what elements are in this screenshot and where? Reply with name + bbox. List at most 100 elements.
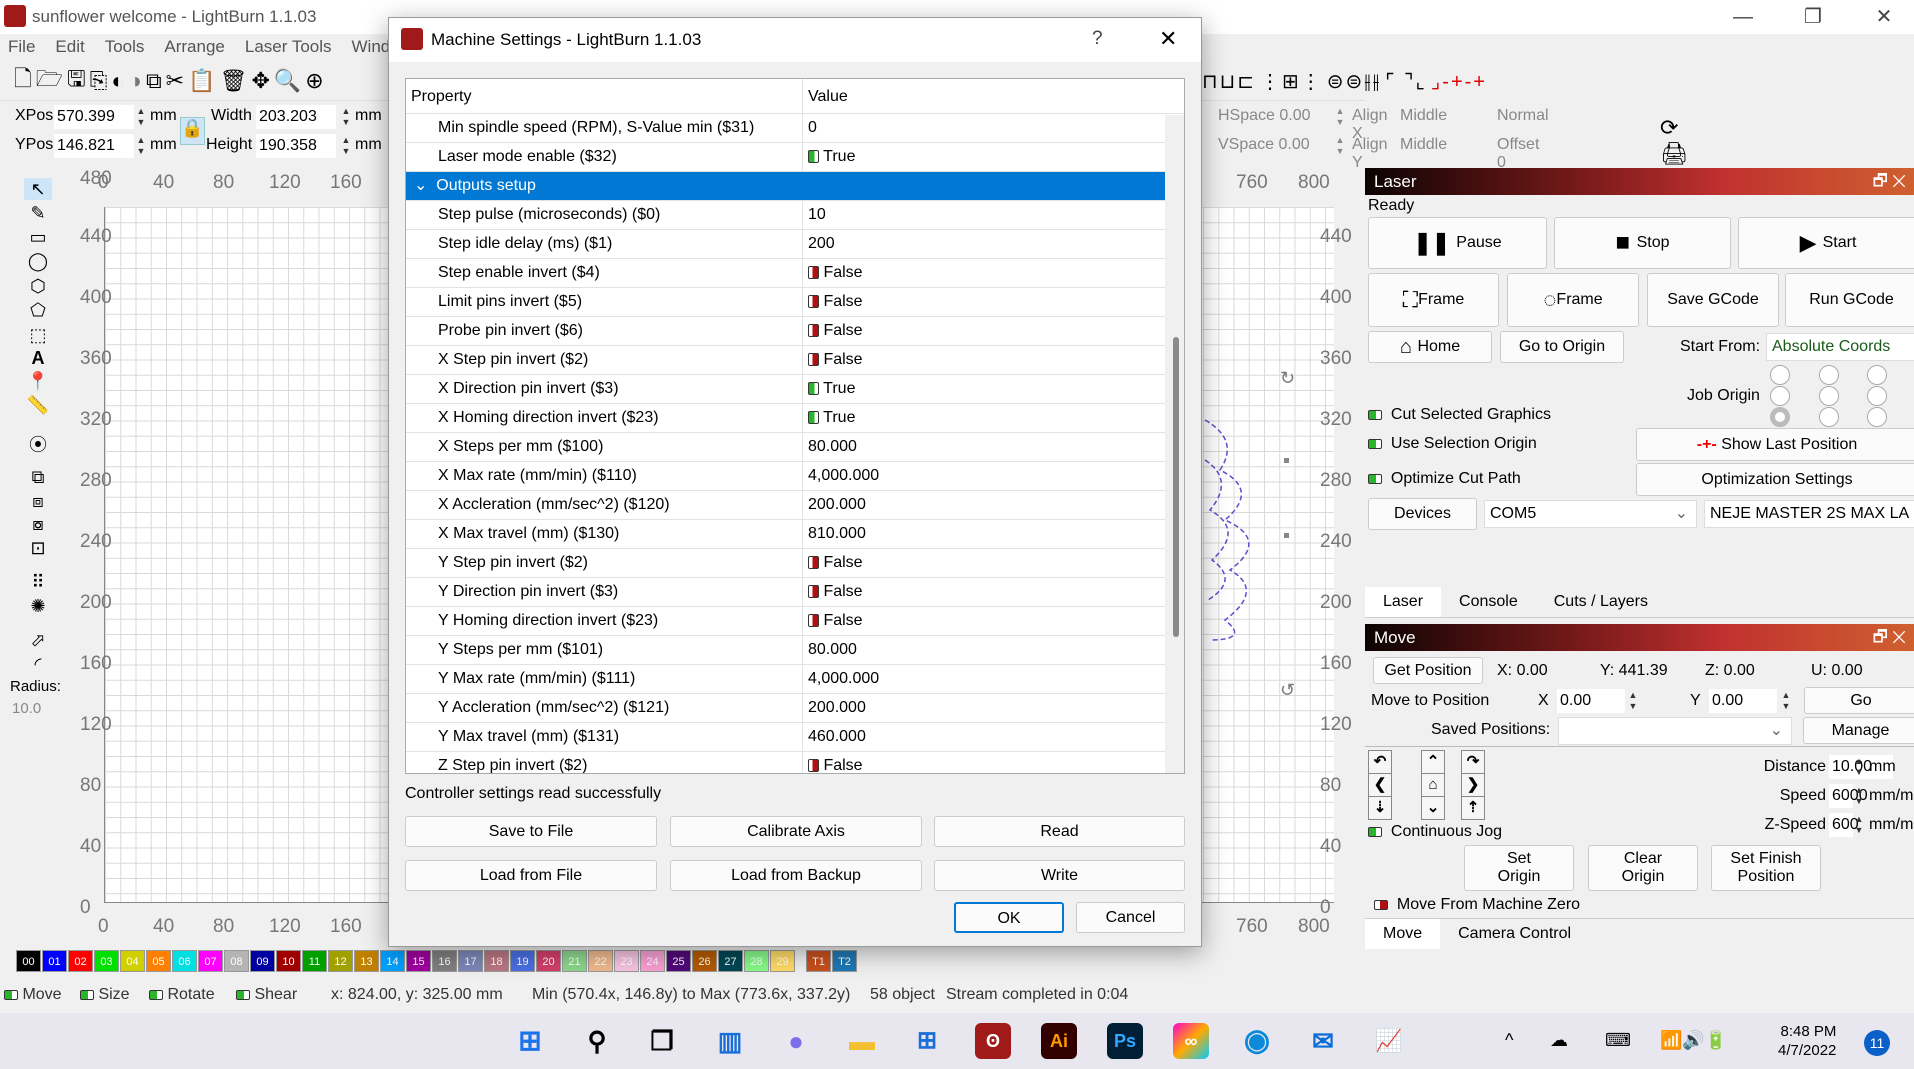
- save-icon[interactable]: 🖫: [67, 62, 86, 100]
- write-button[interactable]: Write: [934, 860, 1185, 891]
- cut-selected-toggle[interactable]: Cut Selected Graphics: [1368, 406, 1551, 424]
- table-row[interactable]: Y Steps per mm ($101) 80.000: [406, 636, 1184, 665]
- stop-button[interactable]: ■ Stop: [1554, 217, 1731, 269]
- palette-color-27[interactable]: 27: [718, 950, 743, 972]
- tab-laser[interactable]: Laser: [1365, 587, 1442, 617]
- use-selection-origin-toggle[interactable]: Use Selection Origin: [1368, 435, 1537, 453]
- column-header-property[interactable]: Property: [406, 79, 803, 113]
- table-row[interactable]: X Accleration (mm/sec^2) ($120) 200.000: [406, 491, 1184, 520]
- palette-color-09[interactable]: 09: [250, 950, 275, 972]
- menu-tools[interactable]: Tools: [105, 37, 145, 63]
- offset-tool-icon[interactable]: ⦿: [24, 434, 52, 456]
- align-x-select[interactable]: Middle: [1400, 107, 1447, 125]
- lightburn-taskbar-icon[interactable]: ʘ: [975, 1023, 1011, 1059]
- store-icon[interactable]: ⊞: [909, 1023, 945, 1059]
- table-row[interactable]: Laser mode enable ($32) True: [406, 143, 1184, 172]
- z-up-icon[interactable]: ⇡: [1461, 796, 1485, 820]
- table-row[interactable]: Y Accleration (mm/sec^2) ($121) 200.000: [406, 694, 1184, 723]
- value-cell[interactable]: 200.000: [803, 491, 866, 519]
- undo-icon[interactable]: ◐: [111, 68, 124, 94]
- toggle-on-icon[interactable]: [808, 150, 819, 164]
- close-panel-icon[interactable]: ✕: [1892, 629, 1906, 646]
- optimize-cut-path-toggle[interactable]: Optimize Cut Path: [1368, 470, 1521, 488]
- job-origin-center[interactable]: [1819, 386, 1839, 406]
- job-origin-top-right[interactable]: [1867, 365, 1887, 385]
- save-to-file-button[interactable]: Save to File: [405, 816, 657, 847]
- jog-right-icon[interactable]: ❯: [1461, 773, 1485, 797]
- value-cell[interactable]: True: [803, 404, 855, 432]
- get-position-button[interactable]: Get Position: [1373, 657, 1483, 684]
- weld-icon[interactable]: ⊡: [24, 537, 52, 559]
- toggle-off-icon[interactable]: [808, 295, 819, 309]
- delete-icon[interactable]: 🗑: [220, 68, 248, 94]
- zoom-fit-icon[interactable]: 🔍: [274, 68, 301, 94]
- value-cell[interactable]: True: [803, 143, 855, 171]
- table-row[interactable]: X Max rate (mm/min) ($110) 4,000.000: [406, 462, 1184, 491]
- keyboard-icon[interactable]: ⌨: [1605, 1030, 1631, 1051]
- float-panel-icon[interactable]: 🗗: [1873, 173, 1888, 190]
- palette-color-16[interactable]: 16: [432, 950, 457, 972]
- group-row-outputs-setup[interactable]: ⌄ Outputs setup: [406, 172, 1184, 201]
- value-cell[interactable]: False: [803, 607, 863, 635]
- distance-spin-icon[interactable]: ▲ ▼: [1853, 756, 1865, 778]
- shape-tool-icon[interactable]: ⬠: [24, 299, 52, 321]
- file-explorer-icon[interactable]: ▬: [844, 1023, 880, 1059]
- scrollbar-thumb[interactable]: [1173, 337, 1179, 637]
- toggle-off-icon[interactable]: [808, 324, 819, 338]
- run-gcode-button[interactable]: Run GCode: [1785, 273, 1914, 327]
- table-row[interactable]: Y Direction pin invert ($3) False: [406, 578, 1184, 607]
- new-file-icon[interactable]: 🗋: [14, 62, 32, 100]
- zoom-in-icon[interactable]: ⊕: [305, 68, 323, 94]
- rotate-handle-icon[interactable]: ↺: [1280, 680, 1295, 701]
- optimization-settings-button[interactable]: Optimization Settings: [1636, 463, 1914, 496]
- lock-aspect-icon[interactable]: 🔒: [180, 117, 205, 145]
- wifi-volume-battery-icon[interactable]: 📶🔊🔋: [1660, 1030, 1727, 1051]
- start-from-select[interactable]: Absolute Coords: [1766, 333, 1914, 361]
- palette-color-00[interactable]: 00: [16, 950, 41, 972]
- grid-array-icon[interactable]: ⠿: [24, 571, 52, 593]
- toggle-off-icon[interactable]: [808, 266, 819, 280]
- value-cell[interactable]: 80.000: [803, 433, 857, 461]
- crosshair-icon[interactable]: ⌟-+-+: [1431, 69, 1487, 94]
- palette-color-23[interactable]: 23: [614, 950, 639, 972]
- boolean-subtract-icon[interactable]: ⧈: [24, 490, 52, 512]
- value-cell[interactable]: 4,000.000: [803, 665, 879, 693]
- rectangle-tool-icon[interactable]: ▭: [24, 226, 52, 248]
- palette-color-18[interactable]: 18: [484, 950, 509, 972]
- table-row[interactable]: Y Homing direction invert ($23) False: [406, 607, 1184, 636]
- table-row[interactable]: Y Step pin invert ($2) False: [406, 549, 1184, 578]
- toggle-on-icon[interactable]: [808, 382, 819, 396]
- search-icon[interactable]: ⚲: [579, 1023, 615, 1059]
- position-laser-icon[interactable]: 📍: [24, 370, 52, 392]
- xpos-input[interactable]: 570.399: [54, 105, 134, 129]
- jog-down-icon[interactable]: ⌄: [1421, 796, 1445, 820]
- palette-color-25[interactable]: 25: [666, 950, 691, 972]
- align-top-icon[interactable]: ⊓⊔⊏: [1202, 69, 1256, 94]
- boolean-intersect-icon[interactable]: ⧇: [24, 513, 52, 535]
- select-tool-icon[interactable]: ↖: [24, 178, 52, 200]
- close-panel-icon[interactable]: ✕: [1892, 173, 1906, 190]
- zspeed-input[interactable]: 600: [1829, 813, 1859, 837]
- clock[interactable]: 8:48 PM 4/7/2022: [1778, 1022, 1836, 1060]
- table-row[interactable]: X Homing direction invert ($23) True: [406, 404, 1184, 433]
- ellipse-tool-icon[interactable]: ◯: [24, 250, 52, 272]
- continuous-jog-toggle[interactable]: Continuous Jog: [1368, 823, 1502, 841]
- set-finish-position-button[interactable]: Set Finish Position: [1711, 845, 1821, 891]
- palette-color-13[interactable]: 13: [354, 950, 379, 972]
- load-from-file-button[interactable]: Load from File: [405, 860, 657, 891]
- frame-button[interactable]: ⛶ Frame: [1368, 273, 1499, 327]
- measure-tool-icon[interactable]: 📏: [24, 394, 52, 416]
- menu-arrange[interactable]: Arrange: [164, 37, 224, 63]
- read-button[interactable]: Read: [934, 816, 1185, 847]
- shear-toggle[interactable]: Shear: [236, 986, 297, 1004]
- close-button[interactable]: ✕: [1854, 2, 1914, 32]
- palette-color-08[interactable]: 08: [224, 950, 249, 972]
- table-row[interactable]: Y Max rate (mm/min) ($111) 4,000.000: [406, 665, 1184, 694]
- help-button[interactable]: ?: [1092, 28, 1103, 50]
- value-cell[interactable]: False: [803, 259, 863, 287]
- jog-up-icon[interactable]: ⌃: [1421, 750, 1445, 774]
- offset-input[interactable]: Offset 0: [1497, 136, 1539, 172]
- jog-home-icon[interactable]: ⌂: [1421, 773, 1445, 797]
- width-input[interactable]: 203.203: [256, 105, 336, 129]
- text-tool-icon[interactable]: A: [24, 347, 52, 369]
